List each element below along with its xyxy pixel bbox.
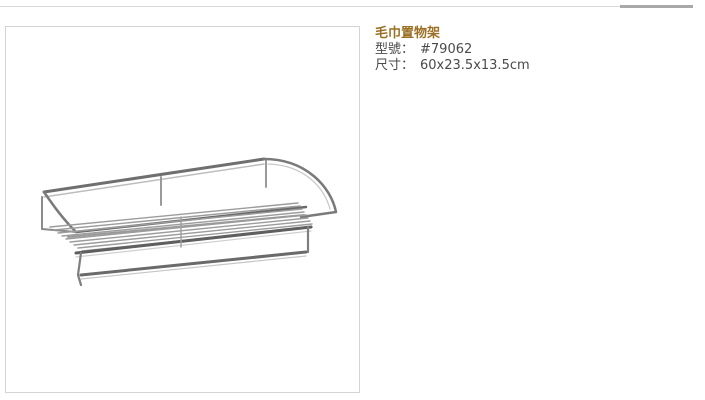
product-image-frame (5, 26, 360, 393)
spec-size-label: 尺寸： (375, 58, 415, 73)
product-title: 毛巾置物架 (375, 26, 441, 41)
spec-model-value: #79062 (420, 42, 473, 57)
spec-size-value: 60x23.5x13.5cm (420, 58, 530, 73)
product-info: 毛巾置物架 型號： #79062 尺寸： 60x23.5x13.5cm (375, 26, 530, 74)
spec-model-label: 型號： (375, 42, 415, 57)
spec-size: 尺寸： 60x23.5x13.5cm (375, 58, 530, 74)
header-divider-accent (620, 5, 693, 8)
header-divider (0, 6, 693, 7)
spec-model: 型號： #79062 (375, 42, 530, 58)
towel-rack-icon (41, 157, 338, 287)
